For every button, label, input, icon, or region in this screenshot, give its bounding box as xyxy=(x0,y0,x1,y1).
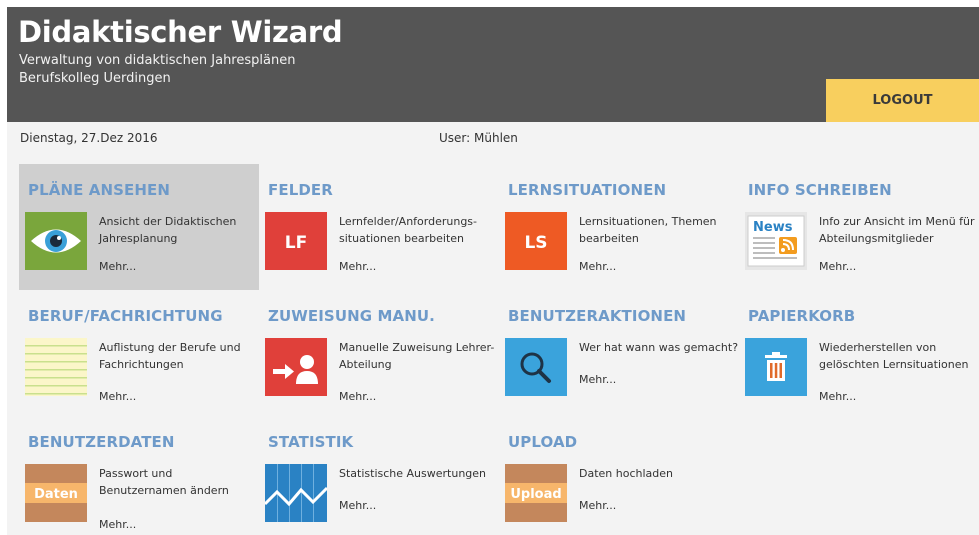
app-title: Didaktischer Wizard xyxy=(18,15,343,49)
ls-icon-text: LS xyxy=(524,233,547,253)
tile-title: INFO SCHREIBEN xyxy=(748,181,892,199)
tile-description: Lernfelder/Anforderungs-situationen bear… xyxy=(339,215,478,245)
tile-description: Daten hochladen xyxy=(579,467,673,480)
upload-icon-text: Upload xyxy=(510,487,561,502)
more-link[interactable]: Mehr... xyxy=(819,390,856,403)
logout-button[interactable]: LOGOUT xyxy=(826,79,979,122)
lf-icon: LF xyxy=(265,212,327,270)
tile-title: PLÄNE ANSEHEN xyxy=(28,181,171,199)
tile-description: Wiederherstellen von gelöschten Lernsitu… xyxy=(819,341,969,371)
chart-icon xyxy=(265,464,327,522)
tile-title: STATISTIK xyxy=(268,433,354,451)
tile-description: Statistische Auswertungen xyxy=(339,467,487,480)
tile-title: PAPIERKORB xyxy=(748,307,856,325)
news-icon: News xyxy=(745,212,807,270)
upload-icon: Upload xyxy=(505,464,567,522)
more-link[interactable]: Mehr... xyxy=(99,260,136,273)
more-link[interactable]: Mehr... xyxy=(579,373,616,386)
current-user: User: Mühlen xyxy=(439,131,518,145)
app-subtitle: Verwaltung von didaktischen Jahresplänen xyxy=(19,53,296,68)
tile-description: Wer hat wann was gemacht? xyxy=(579,341,739,354)
tile-title: FELDER xyxy=(268,181,333,199)
list-paper-icon xyxy=(25,338,87,396)
tile-beruf-fachrichtung[interactable]: BERUF/FACHRICHTUNG Auflistung der Berufe… xyxy=(19,290,259,416)
daten-icon-text: Daten xyxy=(34,487,78,502)
search-icon xyxy=(505,338,567,396)
tile-title: BENUTZERAKTIONEN xyxy=(508,307,687,325)
tile-info-schreiben[interactable]: INFO SCHREIBEN News Info zur Ansicht im … xyxy=(739,164,979,290)
tile-title: BERUF/FACHRICHTUNG xyxy=(28,307,223,325)
more-link[interactable]: Mehr... xyxy=(579,499,616,512)
more-link[interactable]: Mehr... xyxy=(99,518,136,531)
tile-description: Ansicht der Didaktischen Jahresplanung xyxy=(99,215,237,245)
more-link[interactable]: Mehr... xyxy=(339,499,376,512)
header: Didaktischer Wizard Verwaltung von didak… xyxy=(7,7,979,122)
tile-benutzeraktionen[interactable]: BENUTZERAKTIONEN Wer hat wann was gemach… xyxy=(499,290,739,416)
eye-icon xyxy=(25,212,87,270)
tile-title: BENUTZERDATEN xyxy=(28,433,175,451)
news-icon-text: News xyxy=(753,220,793,235)
tile-description: Auflistung der Berufe und Fachrichtungen xyxy=(99,341,241,371)
more-link[interactable]: Mehr... xyxy=(579,260,616,273)
tile-lernsituationen[interactable]: LERNSITUATIONEN LS Lernsituationen, Them… xyxy=(499,164,739,290)
more-link[interactable]: Mehr... xyxy=(339,260,376,273)
app-frame: Didaktischer Wizard Verwaltung von didak… xyxy=(7,7,979,535)
lf-icon-text: LF xyxy=(285,233,307,253)
tile-zuweisung-manu[interactable]: ZUWEISUNG MANU. Manuelle Zuweisung Lehre… xyxy=(259,290,499,416)
daten-icon: Daten xyxy=(25,464,87,522)
tile-description: Passwort und Benutzernamen ändern xyxy=(99,467,229,497)
more-link[interactable]: Mehr... xyxy=(819,260,856,273)
more-link[interactable]: Mehr... xyxy=(339,390,376,403)
tile-felder[interactable]: FELDER LF Lernfelder/Anforderungs-situat… xyxy=(259,164,499,290)
tile-plaene-ansehen[interactable]: PLÄNE ANSEHEN Ansicht der Didaktischen J… xyxy=(19,164,259,290)
assign-user-icon xyxy=(265,338,327,396)
tile-upload[interactable]: UPLOAD Upload Daten hochladen Mehr... xyxy=(499,416,739,535)
tile-description: Manuelle Zuweisung Lehrer-Abteilung xyxy=(339,341,495,371)
ls-icon: LS xyxy=(505,212,567,270)
tile-benutzerdaten[interactable]: BENUTZERDATEN Daten Passwort und Benutze… xyxy=(19,416,259,535)
tile-description: Info zur Ansicht im Menü für Abteilungsm… xyxy=(819,215,975,245)
tile-description: Lernsituationen, Themen bearbeiten xyxy=(579,215,717,245)
info-bar: Dienstag, 27.Dez 2016 User: Mühlen xyxy=(7,122,979,152)
tile-statistik[interactable]: STATISTIK Statistische Auswertungen Mehr… xyxy=(259,416,499,535)
tile-title: UPLOAD xyxy=(508,433,578,451)
tile-title: ZUWEISUNG MANU. xyxy=(268,307,435,325)
school-name: Berufskolleg Uerdingen xyxy=(19,71,171,86)
current-date: Dienstag, 27.Dez 2016 xyxy=(20,131,158,145)
more-link[interactable]: Mehr... xyxy=(99,390,136,403)
trash-icon xyxy=(745,338,807,396)
tile-title: LERNSITUATIONEN xyxy=(508,181,667,199)
tile-papierkorb[interactable]: PAPIERKORB Wiederherstellen von gelöscht… xyxy=(739,290,979,416)
